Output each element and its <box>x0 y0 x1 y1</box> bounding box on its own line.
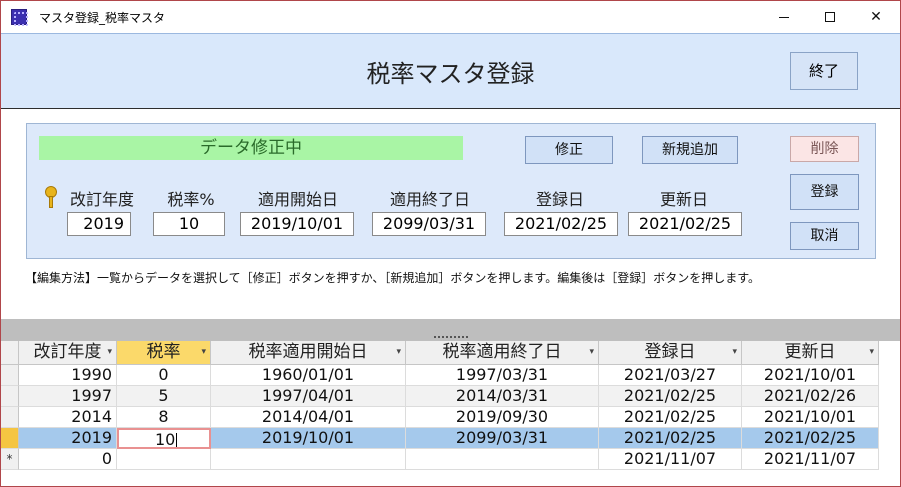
table-cell[interactable]: 2021/10/01 <box>742 365 879 386</box>
table-cell[interactable] <box>117 449 211 470</box>
column-header-updated-date[interactable]: 更新日 ▾ <box>742 341 879 365</box>
primary-key-icon <box>43 186 59 208</box>
table-cell[interactable]: 2021/02/25 <box>599 407 742 428</box>
table-row[interactable]: 1997 5 1997/04/01 2014/03/31 2021/02/25 … <box>1 386 879 407</box>
sort-dropdown-icon: ▾ <box>589 347 594 357</box>
table-row[interactable]: 1990 0 1960/01/01 1997/03/31 2021/03/27 … <box>1 365 879 386</box>
close-icon: ✕ <box>870 9 882 25</box>
title-bar: マスタ登録_税率マスタ ✕ <box>1 1 900 33</box>
revision-year-label: 改訂年度 <box>69 190 134 209</box>
splitter-grip-icon[interactable] <box>434 336 468 340</box>
modify-button[interactable]: 修正 <box>525 136 613 164</box>
table-cell[interactable]: 1997/04/01 <box>211 386 406 407</box>
table-cell[interactable]: 2014/04/01 <box>211 407 406 428</box>
save-button[interactable]: 登録 <box>790 174 859 210</box>
edit-status-indicator: データ修正中 <box>39 136 463 160</box>
row-selector[interactable] <box>1 407 19 428</box>
row-selector-current[interactable] <box>1 428 19 449</box>
row-selector[interactable] <box>1 365 19 386</box>
window-title: マスタ登録_税率マスタ <box>39 11 166 25</box>
table-cell[interactable]: 0 <box>19 449 117 470</box>
table-cell[interactable]: 1990 <box>19 365 117 386</box>
tax-rate-label: 税率% <box>167 190 215 209</box>
table-cell[interactable]: 2021/10/01 <box>742 407 879 428</box>
table-cell[interactable]: 2021/11/07 <box>742 449 879 470</box>
page-title: 税率マスタ登録 <box>366 60 535 88</box>
exit-button[interactable]: 終了 <box>790 52 858 90</box>
access-form-window: マスタ登録_税率マスタ ✕ 税率マスタ登録 終了 データ修正中 修正 新規追加 … <box>0 0 901 487</box>
access-form-icon <box>11 9 28 26</box>
help-text: 【編集方法】一覧からデータを選択して［修正］ボタンを押すか、［新規追加］ボタンを… <box>25 271 761 285</box>
form-header: 税率マスタ登録 終了 <box>1 33 900 109</box>
end-date-label: 適用終了日 <box>389 190 470 209</box>
end-date-field[interactable]: 2099/03/31 <box>372 212 486 236</box>
table-cell[interactable]: 2021/02/25 <box>599 386 742 407</box>
table-cell[interactable]: 5 <box>117 386 211 407</box>
sort-dropdown-icon: ▾ <box>869 347 874 357</box>
column-header-start-date[interactable]: 税率適用開始日 ▾ <box>211 341 406 365</box>
table-cell[interactable] <box>406 449 599 470</box>
maximize-button[interactable] <box>807 1 853 33</box>
created-date-label: 登録日 <box>535 190 584 209</box>
table-cell[interactable]: 0 <box>117 365 211 386</box>
table-cell[interactable]: 2021/03/27 <box>599 365 742 386</box>
table-cell[interactable]: 2021/02/26 <box>742 386 879 407</box>
sort-dropdown-icon: ▾ <box>396 347 401 357</box>
minimize-icon <box>779 16 789 18</box>
new-record-indicator[interactable]: * <box>1 449 19 470</box>
table-cell[interactable]: 2021/11/07 <box>599 449 742 470</box>
table-cell-editing[interactable]: 10 <box>117 428 211 449</box>
cancel-button[interactable]: 取消 <box>790 222 859 250</box>
delete-button[interactable]: 削除 <box>790 136 859 162</box>
table-cell[interactable]: 2021/02/25 <box>599 428 742 449</box>
table-row-current[interactable]: 2019 10 2019/10/01 2099/03/31 2021/02/25… <box>1 428 879 449</box>
start-date-field[interactable]: 2019/10/01 <box>240 212 354 236</box>
table-cell[interactable]: 2019 <box>19 428 117 449</box>
maximize-icon <box>825 12 835 22</box>
table-cell[interactable]: 2019/09/30 <box>406 407 599 428</box>
split-form-splitter[interactable] <box>1 319 900 341</box>
table-cell[interactable]: 2019/10/01 <box>211 428 406 449</box>
created-date-field[interactable]: 2021/02/25 <box>504 212 618 236</box>
datasheet: 改訂年度 ▾ 税率 ▾ 税率適用開始日 ▾ 税率適用終了日 ▾ 登録日 ▾ 更新日 ▾ 19… <box>1 341 900 486</box>
table-cell[interactable]: 1960/01/01 <box>211 365 406 386</box>
updated-date-field[interactable]: 2021/02/25 <box>628 212 742 236</box>
column-header-end-date[interactable]: 税率適用終了日 ▾ <box>406 341 599 365</box>
table-cell[interactable] <box>211 449 406 470</box>
sort-dropdown-icon: ▾ <box>201 347 206 357</box>
table-cell[interactable]: 2099/03/31 <box>406 428 599 449</box>
column-header-tax-rate[interactable]: 税率 ▾ <box>117 341 211 365</box>
table-row-new-record[interactable]: * 0 2021/11/07 2021/11/07 <box>1 449 879 470</box>
sort-dropdown-icon: ▾ <box>732 347 737 357</box>
revision-year-field[interactable]: 2019 <box>67 212 131 236</box>
table-cell[interactable]: 2014/03/31 <box>406 386 599 407</box>
close-button[interactable]: ✕ <box>853 1 899 33</box>
table-cell[interactable]: 2014 <box>19 407 117 428</box>
updated-date-label: 更新日 <box>659 190 708 209</box>
table-cell[interactable]: 1997/03/31 <box>406 365 599 386</box>
select-all-corner[interactable] <box>1 341 19 365</box>
table-cell[interactable]: 8 <box>117 407 211 428</box>
add-new-button[interactable]: 新規追加 <box>642 136 738 164</box>
minimize-button[interactable] <box>761 1 807 33</box>
start-date-label: 適用開始日 <box>257 190 338 209</box>
row-selector[interactable] <box>1 386 19 407</box>
edit-panel: データ修正中 修正 新規追加 削除 登録 取消 改訂年度 税率% 適用開始日 適… <box>26 123 876 259</box>
tax-rate-field[interactable]: 10 <box>153 212 225 236</box>
column-header-created-date[interactable]: 登録日 ▾ <box>599 341 742 365</box>
table-cell[interactable]: 1997 <box>19 386 117 407</box>
sort-dropdown-icon: ▾ <box>107 347 112 357</box>
table-row[interactable]: 2014 8 2014/04/01 2019/09/30 2021/02/25 … <box>1 407 879 428</box>
column-header-revision-year[interactable]: 改訂年度 ▾ <box>19 341 117 365</box>
text-caret <box>176 432 178 447</box>
table-cell[interactable]: 2021/02/25 <box>742 428 879 449</box>
